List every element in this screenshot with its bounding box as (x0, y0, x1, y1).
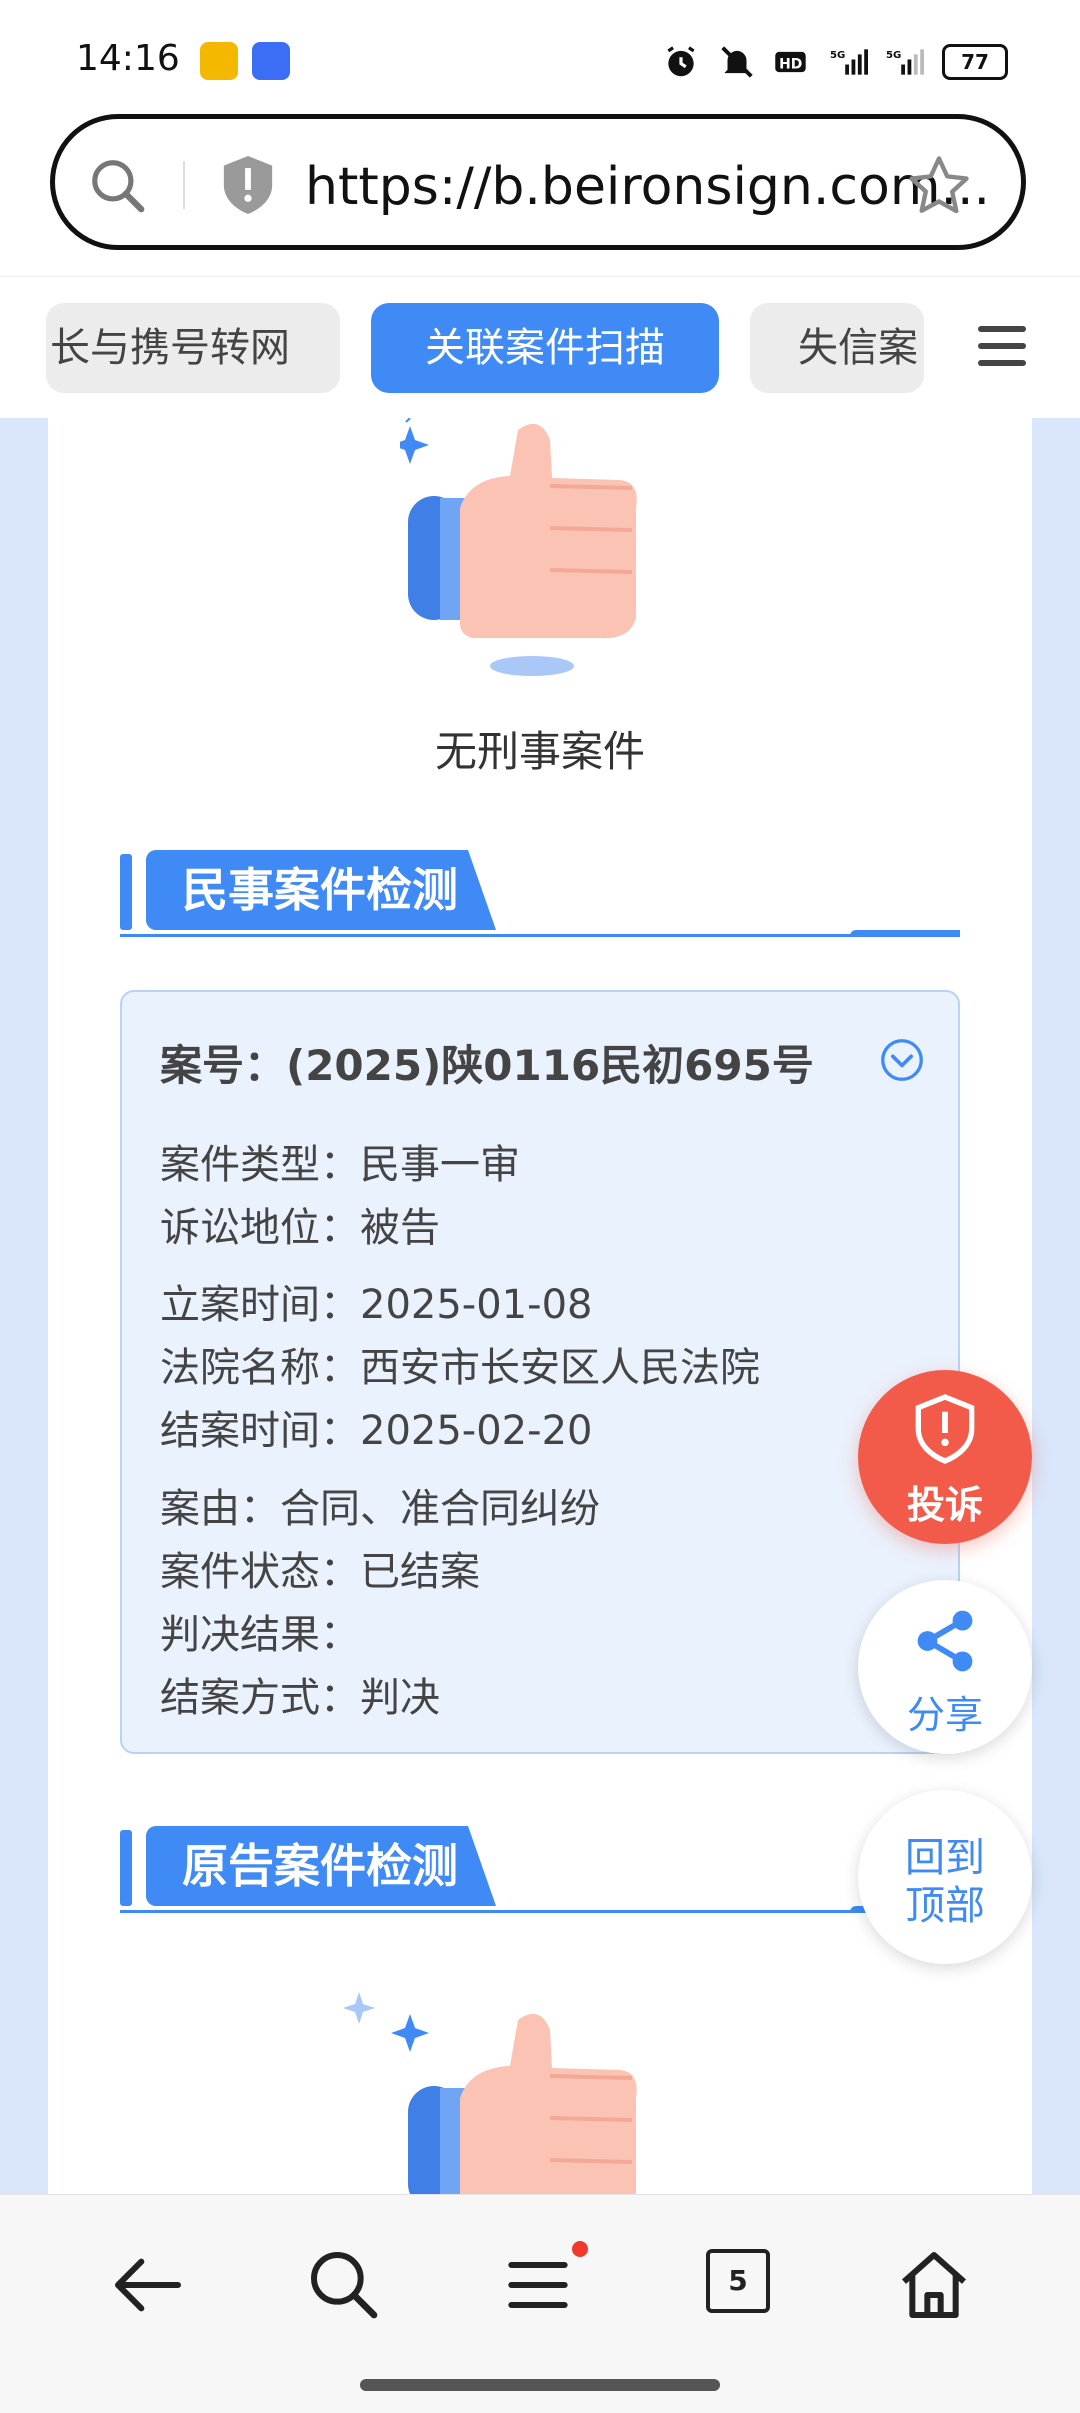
no-criminal-case-text: 无刑事案件 (434, 727, 645, 776)
section-title: 原告案件检测 (146, 1826, 496, 1906)
bottom-navigation: 5 (0, 2194, 1080, 2413)
section-accent-bar (120, 1830, 132, 1906)
section-underline (120, 1910, 960, 1913)
back-arrow-icon[interactable] (108, 2245, 188, 2325)
thumbs-up-icon (344, 1992, 637, 2194)
section-accent-bar (120, 854, 132, 930)
litigation-status-row: 诉讼地位：被告 (160, 1205, 440, 1251)
case-tab-strip: 长与携号转网 关联案件扫描 失信案 (0, 276, 1080, 419)
alarm-icon (667, 46, 695, 77)
status-bar: 14:16 HD 5G 5G 77 (0, 0, 1080, 110)
filing-date-row: 立案时间：2025-01-08 (160, 1282, 593, 1328)
status-icons: HD 5G 5G 77 (662, 40, 1008, 84)
case-number: 案号：(2025)陕0116民初695号 (160, 1041, 814, 1090)
separator (183, 161, 185, 209)
5g-signal-icon: 5G (886, 49, 924, 75)
case-type-row: 案件类型：民事一审 (160, 1142, 520, 1188)
shield-alert-icon (915, 1394, 975, 1464)
shield-icon[interactable] (219, 153, 277, 217)
app-game-icon (200, 42, 238, 80)
civil-case-card[interactable]: 案号：(2025)陕0116民初695号 案件类型：民事一审 诉讼地位：被告 立… (120, 990, 960, 1754)
tabs-count-button[interactable]: 5 (706, 2249, 770, 2313)
mute-icon (721, 46, 753, 78)
notification-dot (572, 2241, 588, 2257)
complain-label: 投诉 (906, 1483, 983, 1527)
judgment-result-row: 判决结果： (160, 1612, 360, 1658)
address-bar[interactable]: https://b.beironsign.com... (50, 114, 1026, 250)
closing-date-row: 结案时间：2025-02-20 (160, 1408, 593, 1454)
battery-icon: 77 (942, 44, 1008, 80)
court-name-row: 法院名称：西安市长安区人民法院 (160, 1345, 760, 1391)
menu-icon[interactable] (498, 2245, 578, 2325)
search-icon[interactable] (304, 2245, 384, 2325)
complain-button[interactable]: 投诉 (858, 1370, 1032, 1544)
search-icon[interactable] (87, 155, 149, 217)
tab-dishonest-case[interactable]: 失信案 (750, 303, 924, 393)
url-text[interactable]: https://b.beironsign.com... (305, 157, 990, 217)
section-underline-accent (850, 930, 960, 937)
chevron-down-icon[interactable] (880, 1038, 924, 1082)
svg-text:5G: 5G (886, 50, 901, 61)
back-to-top-button[interactable]: 回到 顶部 (858, 1790, 1032, 1964)
star-icon[interactable] (905, 153, 973, 219)
back-to-top-label: 回到 顶部 (905, 1835, 985, 1929)
share-label: 分享 (906, 1693, 983, 1737)
tab-number-portability[interactable]: 长与携号转网 (46, 303, 340, 393)
svg-text:5G: 5G (830, 50, 845, 61)
closing-method-row: 结案方式：判决 (160, 1675, 440, 1721)
case-state-row: 案件状态：已结案 (160, 1549, 480, 1595)
hd-icon: HD (775, 51, 806, 72)
menu-icon[interactable] (976, 321, 1028, 371)
status-time: 14:16 (76, 38, 180, 79)
5g-signal-icon: 5G (830, 49, 868, 75)
thumbs-up-icon (400, 418, 637, 676)
civil-case-section-header: 民事案件检测 (120, 850, 960, 940)
share-button[interactable]: 分享 (858, 1580, 1032, 1754)
case-cause-row: 案由：合同、准合同纠纷 (160, 1486, 600, 1532)
section-title: 民事案件检测 (146, 850, 496, 930)
section-underline (120, 934, 960, 937)
tab-related-case-scan[interactable]: 关联案件扫描 (371, 303, 719, 393)
home-indicator[interactable] (360, 2379, 720, 2391)
plaintiff-case-section-header: 原告案件检测 (120, 1826, 960, 1916)
svg-text:HD: HD (779, 56, 802, 72)
app-chat-icon (252, 42, 290, 80)
share-icon (917, 1610, 973, 1672)
home-icon[interactable] (894, 2245, 974, 2325)
